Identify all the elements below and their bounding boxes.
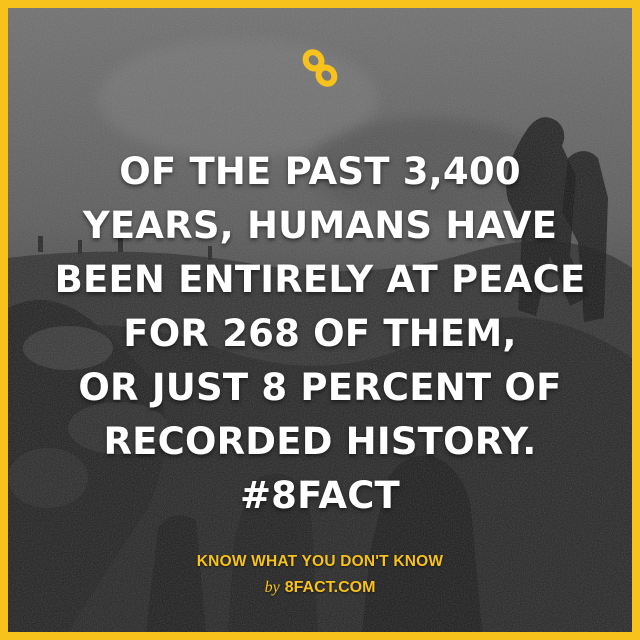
fact-line: OF THE PAST 3,400 (119, 150, 521, 193)
fact-line: RECORDED HISTORY. (103, 420, 537, 463)
infinity-8-icon (302, 49, 338, 87)
fact-line: OR JUST 8 PERCENT OF (78, 366, 562, 409)
fact-card: OF THE PAST 3,400 YEARS, HUMANS HAVE BEE… (0, 0, 640, 640)
fact-line: FOR 268 OF THEM, (123, 312, 517, 355)
byline: by 8FACT.COM (8, 577, 632, 597)
site-link[interactable]: 8FACT.COM (285, 579, 376, 596)
fact-line: BEEN ENTIRELY AT PEACE (54, 258, 586, 301)
byline-by: by (264, 579, 280, 596)
fact-line: YEARS, HUMANS HAVE (82, 204, 558, 247)
hashtag: #8FACT (239, 474, 400, 517)
tagline: KNOW WHAT YOU DON'T KNOW (196, 553, 444, 570)
fact-text: OF THE PAST 3,400 YEARS, HUMANS HAVE BEE… (8, 145, 632, 523)
